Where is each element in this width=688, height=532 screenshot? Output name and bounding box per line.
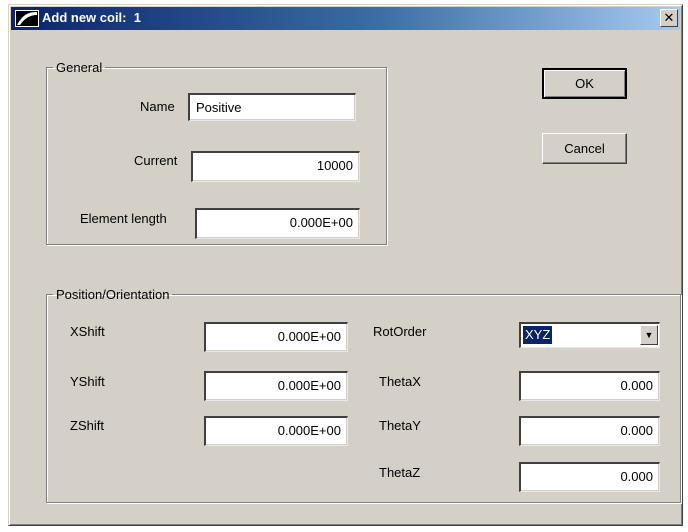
xshift-label: XShift [70,324,105,339]
dialog-window: Add new coil: 1 ✕ General Name Positive … [8,4,683,526]
yshift-input[interactable]: 0.000E+00 [204,371,348,401]
cancel-button[interactable]: Cancel [542,133,627,164]
element-length-input[interactable]: 0.000E+00 [195,208,360,239]
chevron-down-icon[interactable]: ▼ [640,325,658,345]
current-label: Current [134,153,178,168]
thetay-input[interactable]: 0.000 [519,416,660,446]
thetay-label: ThetaY [379,418,421,433]
title-bar[interactable]: Add new coil: 1 ✕ [11,7,680,30]
window-title: Add new coil: 1 [42,10,141,25]
position-orientation-legend: Position/Orientation [56,287,170,302]
app-logo-icon [15,10,39,27]
rotorder-selected-value: XYZ [523,326,553,344]
zshift-input[interactable]: 0.000E+00 [204,416,348,446]
thetaz-input[interactable]: 0.000 [519,462,660,492]
general-legend: General [56,60,103,75]
name-label: Name [140,99,175,114]
close-button[interactable]: ✕ [660,9,678,27]
zshift-label: ZShift [70,418,104,433]
rotorder-label: RotOrder [373,324,427,339]
thetaz-label: ThetaZ [379,465,421,480]
yshift-label: YShift [70,374,105,389]
rotorder-select[interactable]: XYZ ▼ [519,322,660,348]
ok-button[interactable]: OK [542,68,627,99]
element-length-label: Element length [80,211,167,226]
thetax-label: ThetaX [379,374,421,389]
xshift-input[interactable]: 0.000E+00 [204,322,348,352]
current-input[interactable]: 10000 [191,151,360,182]
name-input[interactable]: Positive [188,93,356,121]
thetax-input[interactable]: 0.000 [519,371,660,401]
